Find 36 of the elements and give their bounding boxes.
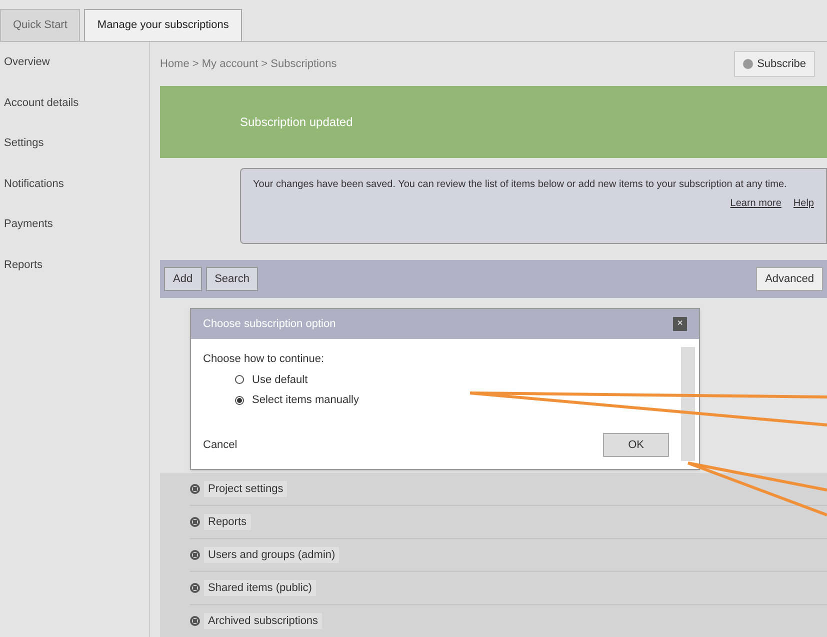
subscribe-button[interactable]: Subscribe — [734, 50, 815, 78]
list-item[interactable]: Users and groups (admin) — [204, 546, 340, 564]
sidebar-item[interactable]: Account details — [4, 94, 149, 111]
info-link[interactable]: Learn more — [730, 196, 782, 211]
expand-icon[interactable] — [190, 517, 200, 527]
expand-icon[interactable] — [190, 583, 200, 593]
radio-button[interactable] — [235, 396, 244, 405]
expand-icon[interactable] — [190, 484, 200, 494]
info-link[interactable]: Help — [793, 196, 814, 211]
radio-option[interactable]: Select items manually — [235, 392, 669, 408]
radio-button[interactable] — [235, 375, 244, 384]
toolbar-button[interactable]: Search — [206, 267, 258, 291]
list-item[interactable]: Project settings — [204, 480, 288, 498]
sidebar-item[interactable]: Notifications — [4, 176, 149, 192]
toolbar-button[interactable]: Add — [164, 267, 202, 291]
tab[interactable]: Manage your subscriptions — [84, 9, 242, 41]
info-text: Your changes have been saved. You can review the list of items below or add new items to your subscription at any time. — [253, 178, 788, 192]
tab[interactable]: Quick Start — [0, 9, 80, 41]
sidebar-item[interactable]: Payments — [4, 216, 149, 232]
list-item[interactable]: Shared items (public) — [204, 580, 316, 596]
banner-title: Subscription updated — [240, 114, 353, 131]
dialog-prompt: Choose how to continue: — [203, 352, 326, 367]
expand-icon[interactable] — [190, 616, 200, 626]
ok-button[interactable]: OK — [603, 433, 669, 457]
dialog-title: Choose subscription option — [203, 316, 337, 332]
list-item[interactable]: Reports — [204, 514, 251, 530]
sidebar-item[interactable]: Reports — [4, 256, 149, 273]
sidebar-item[interactable]: Overview — [4, 54, 149, 70]
advanced-button[interactable]: Advanced — [756, 267, 823, 291]
cancel-link[interactable]: Cancel — [203, 436, 238, 454]
sidebar-item[interactable]: Settings — [4, 135, 149, 152]
close-button[interactable]: × — [673, 317, 687, 331]
expand-icon[interactable] — [190, 550, 200, 560]
radio-option[interactable]: Use default — [235, 372, 669, 388]
list-item[interactable]: Archived subscriptions — [204, 612, 322, 630]
breadcrumb: Home > My account > Subscriptions — [160, 56, 337, 72]
